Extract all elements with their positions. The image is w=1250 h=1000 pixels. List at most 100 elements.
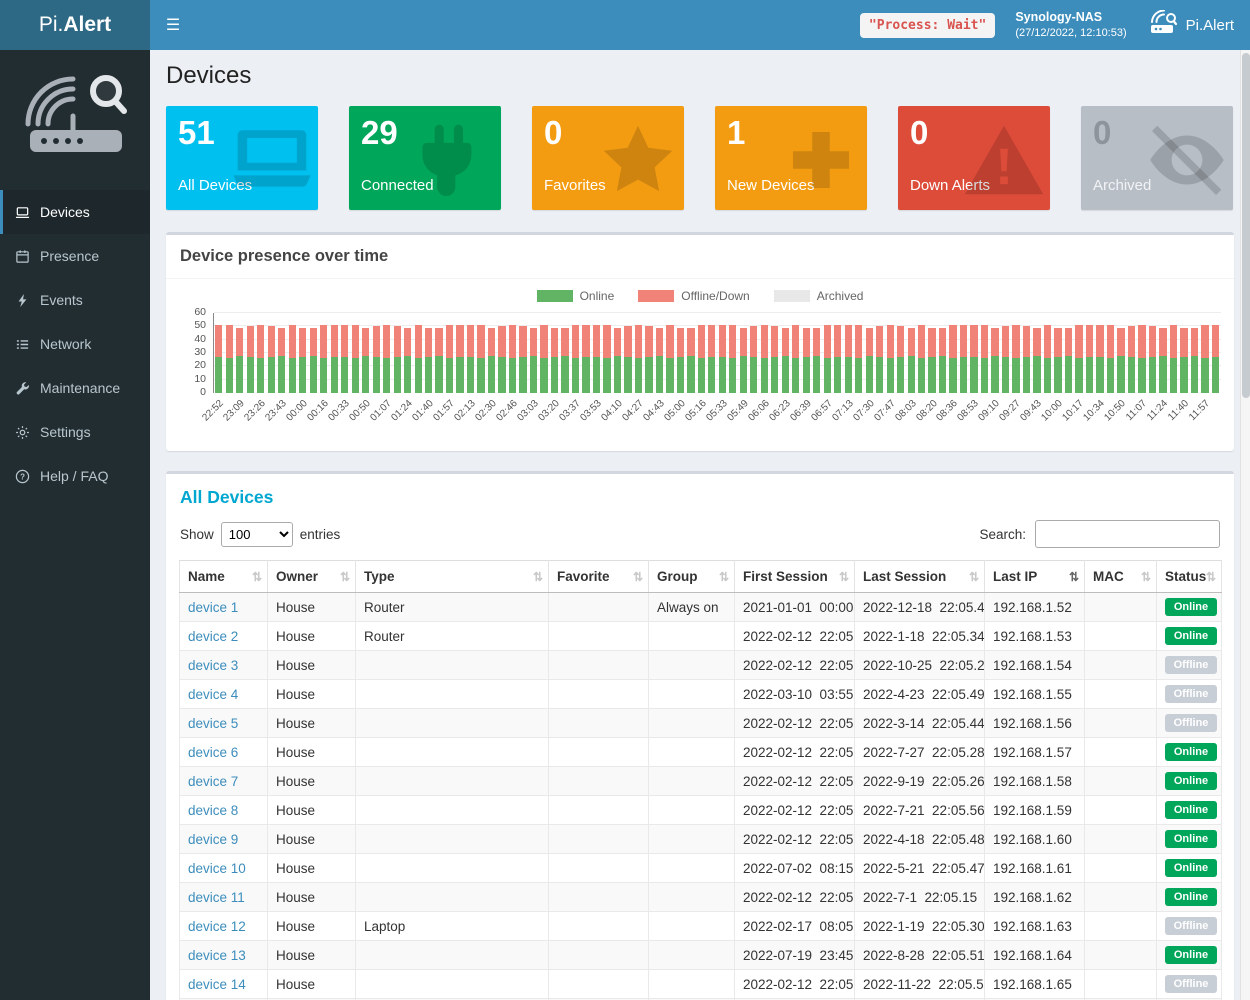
presence-bar bbox=[949, 325, 956, 393]
cell-type bbox=[356, 709, 549, 738]
column-header-type[interactable]: Type⇅ bbox=[356, 561, 549, 593]
device-link[interactable]: device 8 bbox=[188, 803, 238, 818]
cell-group: Always on bbox=[649, 593, 735, 622]
entries-control: Show 100 entries bbox=[180, 522, 340, 547]
device-link[interactable]: device 6 bbox=[188, 745, 238, 760]
sidebar-item-settings[interactable]: Settings bbox=[0, 410, 150, 454]
column-label: Last IP bbox=[993, 569, 1037, 584]
y-axis-tick-label: 60 bbox=[194, 306, 206, 318]
presence-bar bbox=[551, 328, 558, 393]
sidebar-item-events[interactable]: Events bbox=[0, 278, 150, 322]
device-row: device 14House2022-02-12 22:052022-11-22… bbox=[180, 970, 1222, 999]
device-link[interactable]: device 11 bbox=[188, 890, 245, 905]
stat-card-archived[interactable]: 0Archived bbox=[1081, 106, 1233, 210]
device-link[interactable]: device 12 bbox=[188, 919, 246, 934]
sidebar-item-devices[interactable]: Devices bbox=[0, 190, 150, 234]
page-scrollbar[interactable] bbox=[1240, 50, 1250, 1000]
device-link[interactable]: device 7 bbox=[188, 774, 238, 789]
cell-owner: House bbox=[268, 912, 356, 941]
cell-owner: House bbox=[268, 680, 356, 709]
column-label: Name bbox=[188, 569, 225, 584]
presence-bar bbox=[456, 325, 463, 393]
device-link[interactable]: device 3 bbox=[188, 658, 238, 673]
device-link[interactable]: device 13 bbox=[188, 948, 246, 963]
presence-bar bbox=[614, 328, 621, 393]
cell-favorite bbox=[549, 970, 649, 999]
header-brand: Pi.Alert bbox=[1147, 10, 1234, 41]
column-header-mac[interactable]: MAC⇅ bbox=[1085, 561, 1157, 593]
sidebar-item-label: Settings bbox=[40, 424, 91, 440]
cell-last-ip: 192.168.1.53 bbox=[985, 622, 1085, 651]
column-header-first-session[interactable]: First Session ⇅ bbox=[735, 561, 855, 593]
presence-bar bbox=[624, 326, 631, 393]
column-header-status[interactable]: Status⇅ bbox=[1157, 561, 1222, 593]
page-title: Devices bbox=[166, 62, 1234, 90]
cell-owner: House bbox=[268, 854, 356, 883]
sort-icon: ⇅ bbox=[340, 570, 350, 584]
presence-bar bbox=[1201, 325, 1208, 393]
device-link[interactable]: device 1 bbox=[188, 600, 238, 615]
sidebar-toggle-button[interactable]: ☰ bbox=[150, 0, 196, 50]
sidebar-item-maintenance[interactable]: Maintenance bbox=[0, 366, 150, 410]
app-logo[interactable]: Pi.Alert bbox=[0, 0, 150, 50]
stat-card-down-alerts[interactable]: 0Down Alerts bbox=[898, 106, 1050, 210]
cell-last-ip: 192.168.1.58 bbox=[985, 767, 1085, 796]
device-link[interactable]: device 10 bbox=[188, 861, 246, 876]
stat-card-new-devices[interactable]: 1New Devices bbox=[715, 106, 867, 210]
device-row: device 4House2022-03-10 03:552022-4-23 2… bbox=[180, 680, 1222, 709]
entries-select[interactable]: 100 bbox=[221, 522, 293, 547]
device-row: device 11House2022-02-12 22:052022-7-1 2… bbox=[180, 883, 1222, 912]
device-link[interactable]: device 2 bbox=[188, 629, 238, 644]
sidebar-item-network[interactable]: Network bbox=[0, 322, 150, 366]
presence-bar bbox=[719, 325, 726, 393]
sidebar: DevicesPresenceEventsNetworkMaintenance S… bbox=[0, 50, 150, 1000]
device-link[interactable]: device 5 bbox=[188, 716, 238, 731]
cell-mac bbox=[1085, 622, 1157, 651]
presence-bar bbox=[236, 328, 243, 393]
presence-bar bbox=[488, 328, 495, 393]
sidebar-item-help-faq[interactable]: ?Help / FAQ bbox=[0, 454, 150, 498]
legend-item-archived[interactable]: Archived bbox=[774, 289, 864, 303]
stat-card-all-devices[interactable]: 51All Devices bbox=[166, 106, 318, 210]
cell-status: Offline bbox=[1157, 680, 1222, 709]
cell-favorite bbox=[549, 593, 649, 622]
device-row: device 8House2022-02-12 22:052022-7-21 2… bbox=[180, 796, 1222, 825]
stat-card-connected[interactable]: 29Connected bbox=[349, 106, 501, 210]
presence-bar bbox=[970, 325, 977, 393]
device-link[interactable]: device 9 bbox=[188, 832, 238, 847]
status-badge: Online bbox=[1165, 946, 1217, 964]
presence-bar bbox=[415, 325, 422, 393]
stat-card-favorites[interactable]: 0Favorites bbox=[532, 106, 684, 210]
column-header-favorite[interactable]: Favorite⇅ bbox=[549, 561, 649, 593]
sort-icon: ⇅ bbox=[839, 570, 849, 584]
status-badge: Offline bbox=[1165, 714, 1217, 732]
column-header-last-session[interactable]: Last Session⇅ bbox=[855, 561, 985, 593]
column-header-group[interactable]: Group⇅ bbox=[649, 561, 735, 593]
cell-favorite bbox=[549, 854, 649, 883]
device-link[interactable]: device 14 bbox=[188, 977, 246, 992]
cell-name: device 7 bbox=[180, 767, 268, 796]
column-label: Favorite bbox=[557, 569, 610, 584]
host-timestamp: (27/12/2022, 12:10:53) bbox=[1015, 26, 1126, 41]
bolt-icon bbox=[15, 293, 30, 308]
sidebar-item-label: Help / FAQ bbox=[40, 468, 108, 484]
presence-bar bbox=[981, 325, 988, 393]
column-label: First Session bbox=[743, 569, 828, 584]
device-link[interactable]: device 4 bbox=[188, 687, 238, 702]
column-header-last-ip[interactable]: Last IP⇅ bbox=[985, 561, 1085, 593]
device-row: device 12HouseLaptop2022-02-17 08:052022… bbox=[180, 912, 1222, 941]
sidebar-item-presence[interactable]: Presence bbox=[0, 234, 150, 278]
legend-item-online[interactable]: Online bbox=[537, 289, 615, 303]
scrollbar-thumb[interactable] bbox=[1242, 53, 1250, 398]
presence-bar bbox=[635, 325, 642, 393]
cell-owner: House bbox=[268, 883, 356, 912]
cell-name: device 10 bbox=[180, 854, 268, 883]
device-row: device 7House2022-02-12 22:052022-9-19 2… bbox=[180, 767, 1222, 796]
presence-bar bbox=[373, 326, 380, 393]
column-header-name[interactable]: Name⇅ bbox=[180, 561, 268, 593]
legend-item-offline-down[interactable]: Offline/Down bbox=[638, 289, 749, 303]
search-input[interactable] bbox=[1035, 520, 1220, 548]
presence-bar bbox=[656, 328, 663, 393]
presence-bar bbox=[247, 326, 254, 393]
column-header-owner[interactable]: Owner⇅ bbox=[268, 561, 356, 593]
